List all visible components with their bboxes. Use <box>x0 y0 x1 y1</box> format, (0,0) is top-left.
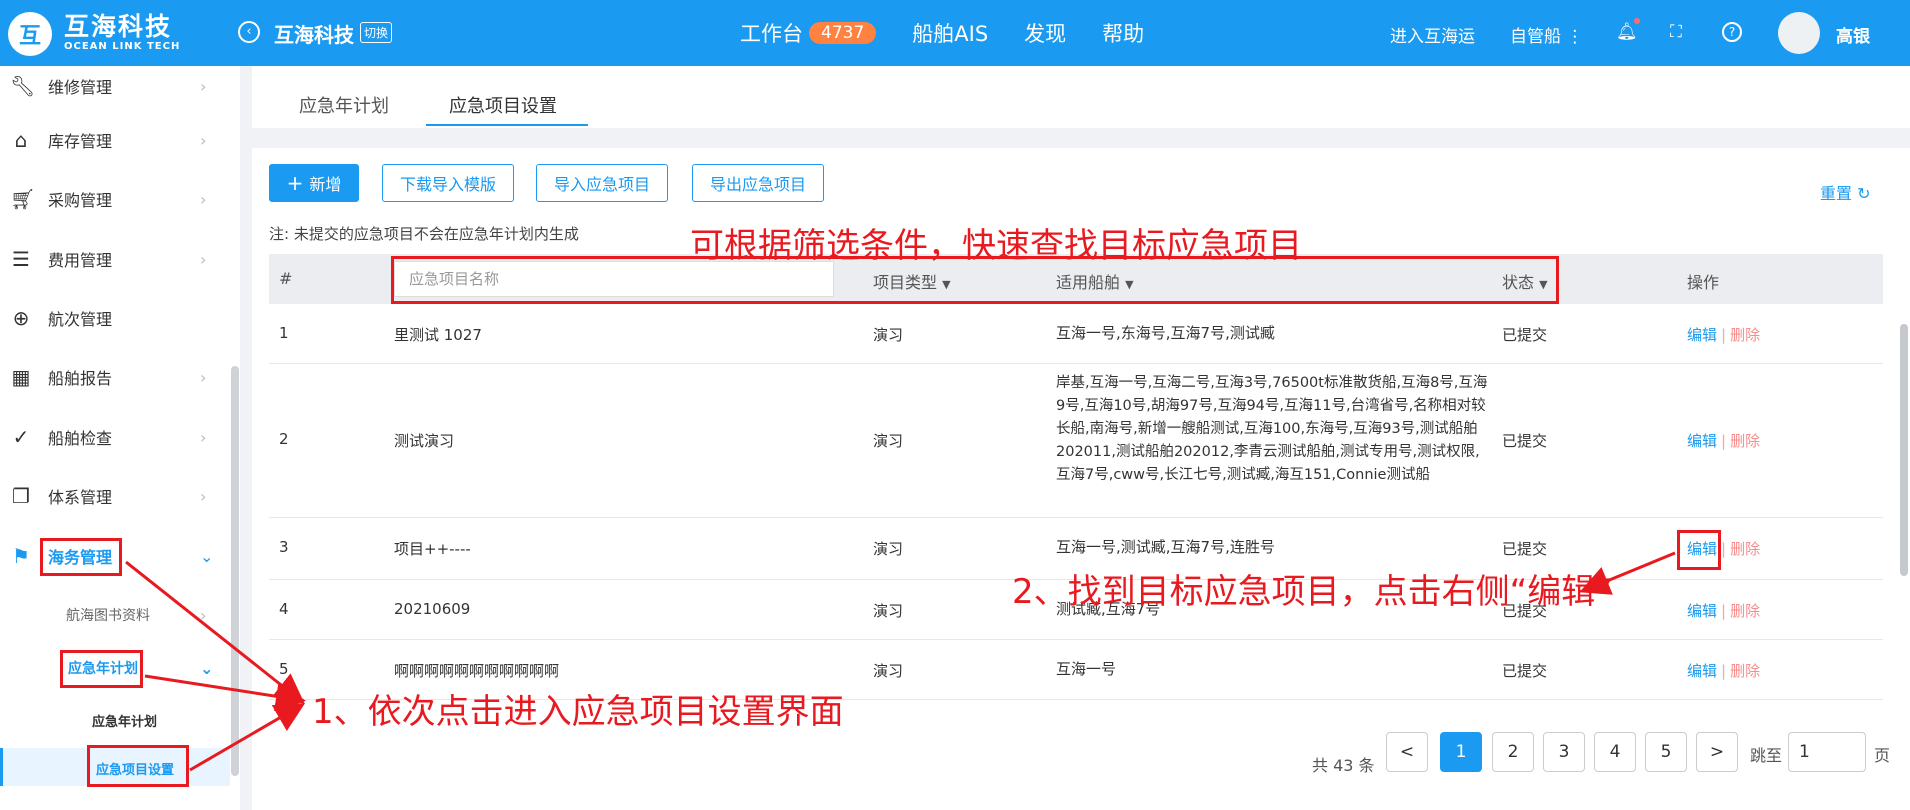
arrow-marine <box>125 560 305 704</box>
annotation-arrows <box>125 551 1676 772</box>
arrow-edit <box>1579 551 1676 595</box>
arrow-settings <box>189 702 306 772</box>
arrow-plan <box>144 674 306 712</box>
